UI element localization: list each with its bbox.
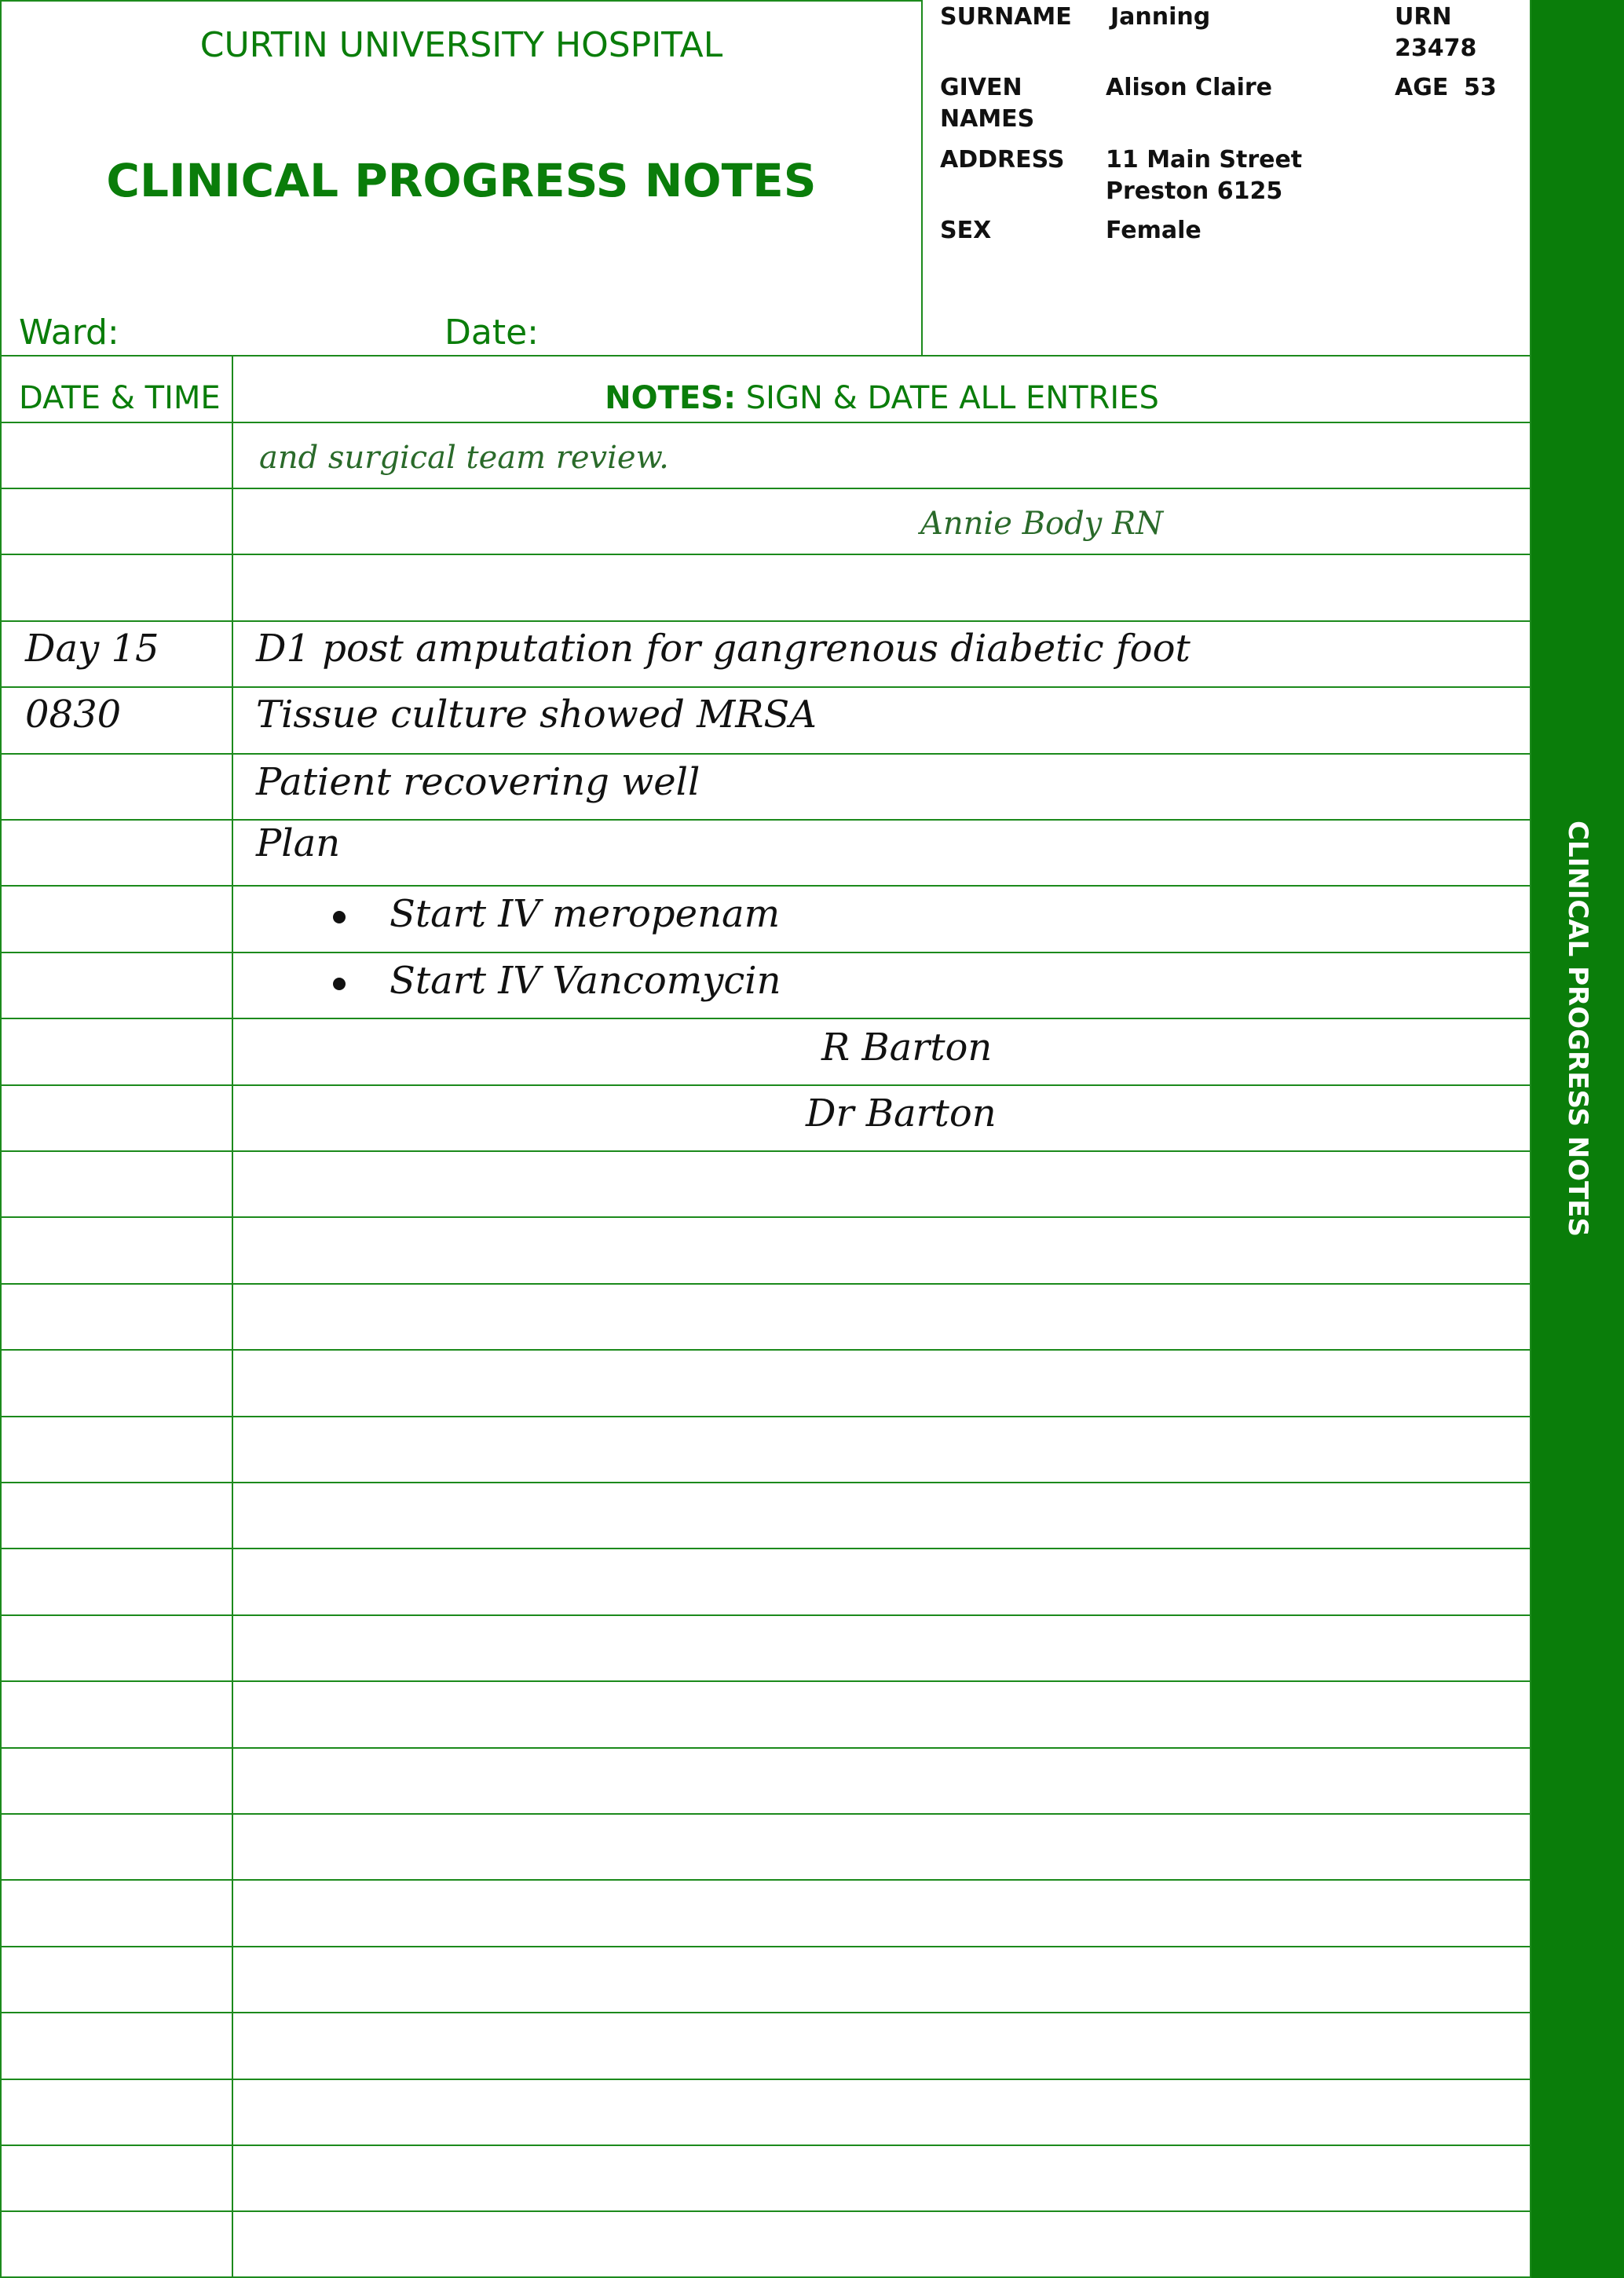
address-line-2: Preston 6125 (1106, 177, 1283, 205)
grid-row-line (0, 819, 1531, 821)
grid-row-line (0, 885, 1531, 887)
date-label: Date: (444, 313, 539, 353)
progress-notes-form: CURTIN UNIVERSITY HOSPITAL CLINICAL PROG… (0, 0, 1531, 2278)
grid-row-line (0, 2079, 1531, 2080)
grid-row-line (0, 1482, 1531, 1483)
doctor-signature: R Barton (821, 1026, 993, 1070)
date-column-divider (232, 355, 233, 2278)
bullet-icon (333, 978, 346, 990)
date-time-column-header: DATE & TIME (19, 380, 221, 416)
entry-day: Day 15 (25, 627, 159, 671)
nurse-note: and surgical team review. (259, 440, 669, 476)
given-names-value: Alison Claire (1106, 74, 1273, 101)
plan-item-1: Start IV meropenam (390, 892, 781, 936)
plan-item-2: Start IV Vancomycin (390, 959, 781, 1003)
age-label: AGE (1395, 74, 1449, 101)
grid-row-line (0, 355, 1531, 357)
grid-row-line (0, 422, 1531, 423)
grid-row-line (0, 1283, 1531, 1285)
form-left-border (0, 0, 2, 2278)
grid-row-line (0, 1813, 1531, 1815)
entry-line-1: D1 post amputation for gangrenous diabet… (256, 627, 1191, 671)
grid-row-line (0, 1416, 1531, 1417)
grid-row-line (0, 1680, 1531, 1682)
grid-row-line (0, 1747, 1531, 1749)
grid-row-line (0, 554, 1531, 555)
side-tab: CLINICAL PROGRESS NOTES (1531, 0, 1624, 2278)
hospital-name: CURTIN UNIVERSITY HOSPITAL (199, 25, 723, 65)
urn-label: URN (1395, 3, 1452, 31)
surname-label: SURNAME (940, 3, 1072, 31)
bullet-icon (333, 911, 346, 923)
grid-row-line (0, 753, 1531, 755)
grid-row-line (0, 488, 1531, 489)
notes-header-rest: SIGN & DATE ALL ENTRIES (736, 380, 1159, 416)
grid-row-line (0, 1084, 1531, 1086)
sex-value: Female (1106, 217, 1202, 244)
nurse-signature: Annie Body RN (920, 506, 1164, 542)
grid-row-line (0, 686, 1531, 688)
given-names-label-1: GIVEN (940, 74, 1022, 101)
sex-label: SEX (940, 217, 992, 244)
urn-value: 23478 (1395, 35, 1477, 62)
grid-row-line (0, 620, 1531, 622)
grid-row-line (0, 952, 1531, 953)
given-names-label-2: NAMES (940, 105, 1035, 133)
grid-row-line (0, 1946, 1531, 1947)
grid-row-line (0, 1349, 1531, 1351)
doctor-printed-name: Dr Barton (806, 1091, 997, 1135)
entry-line-3: Patient recovering well (256, 760, 700, 804)
grid-row-line (0, 1614, 1531, 1616)
entry-plan-heading: Plan (256, 821, 341, 865)
form-title: CLINICAL PROGRESS NOTES (106, 154, 817, 207)
age-value: 53 (1464, 74, 1497, 101)
notes-header-bold: NOTES: (605, 380, 737, 416)
grid-row-line (0, 1216, 1531, 1218)
grid-row-line (0, 1150, 1531, 1152)
address-label: ADDRESS (940, 146, 1065, 174)
header-top-border (0, 0, 923, 2)
surname-value: Janning (1110, 3, 1211, 31)
grid-row-line (0, 1879, 1531, 1881)
grid-row-line (0, 2210, 1531, 2212)
address-line-1: 11 Main Street (1106, 146, 1303, 174)
entry-line-2: Tissue culture showed MRSA (256, 693, 817, 737)
grid-row-line (0, 2012, 1531, 2013)
side-tab-label: CLINICAL PROGRESS NOTES (1562, 820, 1593, 1238)
notes-column-header: NOTES: SIGN & DATE ALL ENTRIES (232, 380, 1531, 416)
grid-row-line (0, 2145, 1531, 2146)
grid-row-line (0, 1548, 1531, 1549)
entry-time: 0830 (25, 693, 122, 737)
ward-label: Ward: (19, 313, 119, 353)
grid-row-line (0, 1018, 1531, 1019)
